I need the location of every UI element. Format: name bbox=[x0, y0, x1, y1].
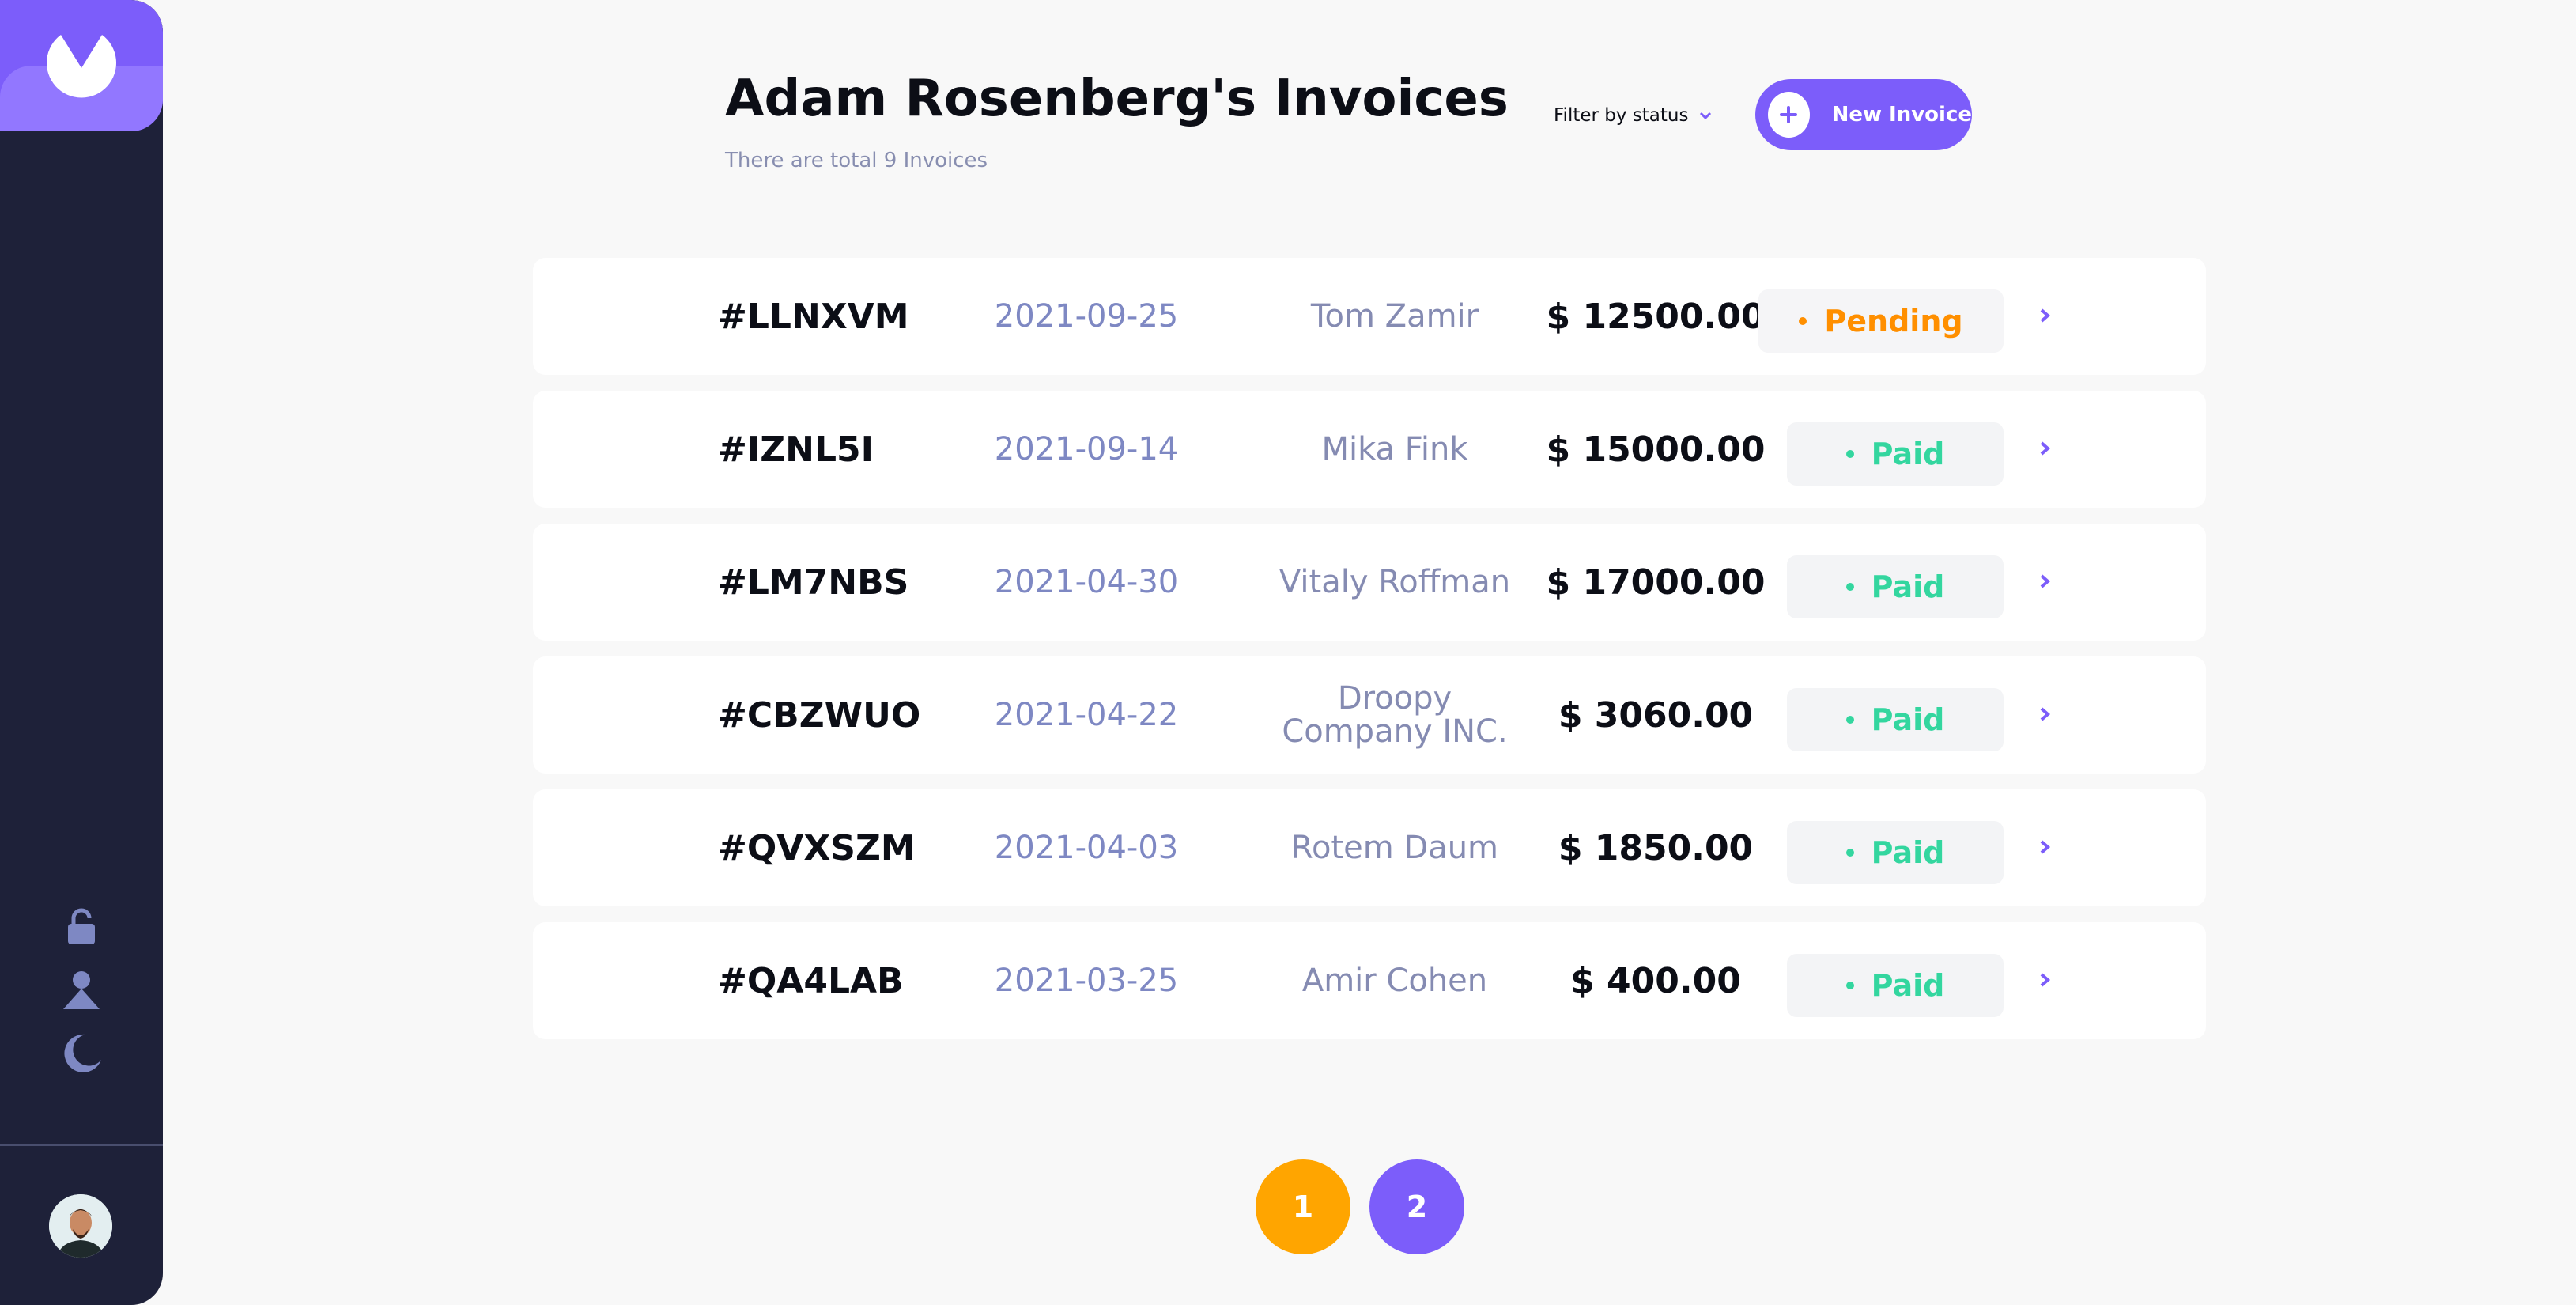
user-avatar[interactable] bbox=[49, 1194, 112, 1258]
filter-dropdown[interactable]: Filter by status bbox=[1554, 105, 1712, 126]
invoice-date: 2021-04-03 bbox=[994, 830, 1179, 866]
status-badge: Paid bbox=[1787, 954, 2004, 1017]
invoice-amount: $ 12500.00 bbox=[1546, 296, 1766, 337]
invoice-date: 2021-03-25 bbox=[994, 963, 1179, 999]
invoice-id: #IZNL5I bbox=[718, 429, 874, 470]
status-dot bbox=[1845, 849, 1854, 857]
invoice-amount: $ 1850.00 bbox=[1558, 827, 1754, 868]
moon-icon[interactable] bbox=[62, 1033, 103, 1077]
invoice-amount: $ 3060.00 bbox=[1558, 694, 1754, 736]
status-label: Paid bbox=[1871, 437, 1945, 471]
status-label: Paid bbox=[1871, 835, 1945, 870]
invoice-id: #LM7NBS bbox=[718, 562, 909, 603]
page-button-1[interactable]: 1 bbox=[1256, 1159, 1350, 1254]
invoice-list: #LLNXVM 2021-09-25 Tom Zamir $ 12500.00 … bbox=[533, 258, 2206, 1055]
status-badge: Paid bbox=[1787, 422, 2004, 486]
invoice-id: #QVXSZM bbox=[718, 827, 916, 868]
invoice-amount: $ 15000.00 bbox=[1546, 429, 1766, 470]
invoice-row[interactable]: #QVXSZM 2021-04-03 Rotem Daum $ 1850.00 … bbox=[533, 789, 2206, 906]
chevron-right-icon[interactable] bbox=[2038, 304, 2051, 327]
status-label: Pending bbox=[1824, 304, 1963, 339]
chevron-right-icon[interactable] bbox=[2038, 569, 2051, 593]
chevron-right-icon[interactable] bbox=[2038, 702, 2051, 726]
client-name: Amir Cohen bbox=[1301, 963, 1488, 999]
new-invoice-button[interactable]: New Invoice bbox=[1755, 79, 1972, 150]
sidebar-divider bbox=[0, 1144, 163, 1146]
chevron-down-icon bbox=[1700, 112, 1712, 119]
status-badge: Paid bbox=[1787, 555, 2004, 618]
user-icon[interactable] bbox=[62, 970, 101, 1014]
invoice-date: 2021-09-25 bbox=[994, 298, 1179, 335]
status-badge: Pending bbox=[1758, 289, 2004, 353]
page-button-2[interactable]: 2 bbox=[1369, 1159, 1464, 1254]
invoice-row[interactable]: #IZNL5I 2021-09-14 Mika Fink $ 15000.00 … bbox=[533, 391, 2206, 508]
invoice-id: #CBZWUO bbox=[718, 694, 921, 736]
invoice-date: 2021-09-14 bbox=[994, 431, 1179, 467]
plus-icon bbox=[1768, 92, 1810, 138]
client-name: Tom Zamir bbox=[1310, 298, 1479, 335]
invoice-date: 2021-04-22 bbox=[994, 697, 1179, 733]
invoice-row[interactable]: #LLNXVM 2021-09-25 Tom Zamir $ 12500.00 … bbox=[533, 258, 2206, 375]
client-name: Rotem Daum bbox=[1290, 830, 1499, 866]
status-badge: Paid bbox=[1787, 821, 2004, 884]
status-label: Paid bbox=[1871, 702, 1945, 737]
new-invoice-label: New Invoice bbox=[1831, 103, 1972, 127]
invoice-row[interactable]: #CBZWUO 2021-04-22 Droopy Company INC. $… bbox=[533, 656, 2206, 774]
status-badge: Paid bbox=[1787, 688, 2004, 751]
status-label: Paid bbox=[1871, 569, 1945, 604]
status-dot bbox=[1845, 716, 1854, 724]
status-dot bbox=[1845, 982, 1854, 989]
client-name: Mika Fink bbox=[1321, 431, 1468, 467]
chevron-right-icon[interactable] bbox=[2038, 968, 2051, 992]
status-label: Paid bbox=[1871, 968, 1945, 1003]
invoice-amount: $ 17000.00 bbox=[1546, 562, 1766, 603]
app-logo[interactable] bbox=[0, 0, 163, 131]
status-dot bbox=[1845, 583, 1854, 591]
page-title: Adam Rosenberg's Invoices bbox=[725, 70, 1509, 128]
chevron-right-icon[interactable] bbox=[2038, 437, 2051, 460]
invoice-id: #LLNXVM bbox=[718, 296, 909, 337]
invoice-id: #QA4LAB bbox=[718, 960, 904, 1001]
invoice-count: There are total 9 Invoices bbox=[725, 149, 988, 172]
sidebar bbox=[0, 0, 163, 1305]
status-dot bbox=[1845, 450, 1854, 458]
status-dot bbox=[1799, 317, 1807, 325]
client-name: Vitaly Roffman bbox=[1279, 564, 1511, 600]
chevron-right-icon[interactable] bbox=[2038, 835, 2051, 859]
client-name: Droopy Company INC. bbox=[1282, 680, 1508, 750]
invoice-row[interactable]: #LM7NBS 2021-04-30 Vitaly Roffman $ 1700… bbox=[533, 524, 2206, 641]
invoice-amount: $ 400.00 bbox=[1570, 960, 1741, 1001]
invoice-row[interactable]: #QA4LAB 2021-03-25 Amir Cohen $ 400.00 P… bbox=[533, 922, 2206, 1039]
filter-label: Filter by status bbox=[1554, 105, 1689, 126]
logo-icon bbox=[47, 35, 116, 98]
lock-icon[interactable] bbox=[62, 906, 101, 949]
invoice-date: 2021-04-30 bbox=[994, 564, 1179, 600]
